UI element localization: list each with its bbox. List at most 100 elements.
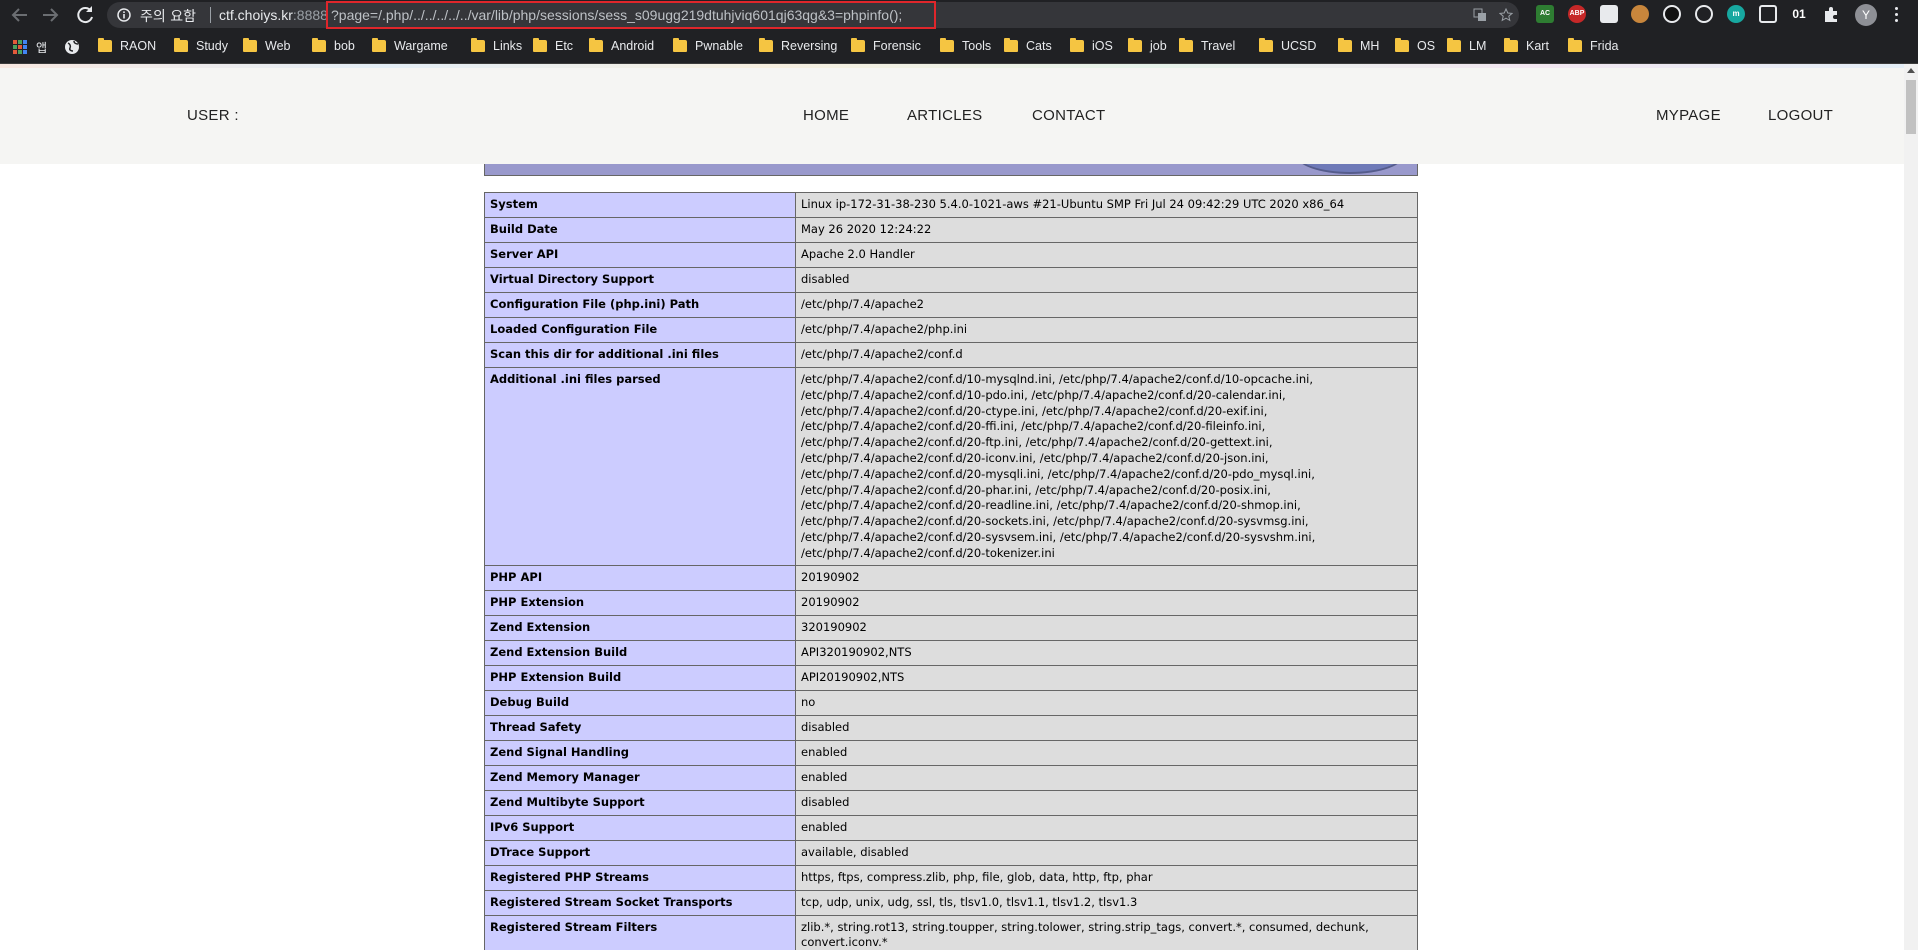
bookmark-label: bob <box>334 39 355 53</box>
table-row: Loaded Configuration File/etc/php/7.4/ap… <box>484 317 1418 343</box>
globe-icon[interactable] <box>64 39 80 55</box>
setting-value: tcp, udp, unix, udg, ssl, tls, tlsv1.0, … <box>795 889 1418 916</box>
table-row: Debug Build no <box>484 689 1418 716</box>
bookmark-label: Frida <box>1590 39 1619 53</box>
puzzle-icon[interactable] <box>1822 5 1840 23</box>
bookmark-label: UCSD <box>1281 39 1317 53</box>
folder-icon <box>1395 38 1409 52</box>
bookmark-star-icon[interactable] <box>1498 7 1514 22</box>
apps-label[interactable]: 앱 <box>36 39 47 56</box>
nav-mypage[interactable]: MYPAGE <box>1656 107 1721 124</box>
php-banner <box>484 164 1418 176</box>
folder-icon <box>1447 38 1461 52</box>
page-content: System Linux ip-172-31-38-230 5.4.0-1021-… <box>0 164 1904 950</box>
ext-ac-icon[interactable]: AC <box>1536 5 1554 23</box>
scroll-up-arrow-icon[interactable] <box>1907 68 1915 73</box>
ini-file-line: /etc/php/7.4/apache2/conf.d/20-sysvsem.i… <box>801 529 1316 544</box>
folder-icon <box>940 38 954 52</box>
table-row: Zend Signal Handling enabled <box>484 739 1418 766</box>
security-warning[interactable]: 주의 요함 <box>140 6 196 26</box>
reader-icon[interactable] <box>1600 5 1618 23</box>
setting-name: Server API <box>484 242 796 268</box>
nav-home[interactable]: HOME <box>803 107 849 124</box>
bookmark-label: Travel <box>1201 39 1236 53</box>
browser-menu-icon[interactable] <box>1895 7 1899 23</box>
table-row: Zend Extension 320190902 <box>484 614 1418 641</box>
setting-name: PHP Extension <box>484 589 796 616</box>
folder-icon <box>174 38 188 52</box>
setting-value-list: /etc/php/7.4/apache2/conf.d/10-mysqlnd.i… <box>795 367 1418 566</box>
folder-icon <box>1179 38 1193 52</box>
setting-value: /etc/php/7.4/apache2 <box>795 292 1418 318</box>
bookmark-label: Cats <box>1026 39 1052 53</box>
setting-name: IPv6 Support <box>484 814 796 841</box>
setting-name: Zend Multibyte Support <box>484 789 796 816</box>
setting-value: enabled <box>795 739 1418 766</box>
setting-value: available, disabled <box>795 839 1418 866</box>
setting-value: disabled <box>795 714 1418 741</box>
setting-value: disabled <box>795 267 1418 293</box>
bookmark-label: RAON <box>120 39 157 53</box>
url-hostname: ctf.choiys.kr <box>219 7 293 23</box>
setting-value: Linux ip-172-31-38-230 5.4.0-1021-aws #2… <box>795 192 1418 218</box>
reload-icon[interactable] <box>73 3 97 27</box>
setting-value: 20190902 <box>795 564 1418 591</box>
table-row: Scan this dir for additional .ini files /… <box>484 342 1418 368</box>
back-arrow-icon[interactable] <box>8 3 32 27</box>
ini-file-line: /etc/php/7.4/apache2/conf.d/20-mysqli.in… <box>801 466 1315 481</box>
setting-name: Debug Build <box>484 689 796 716</box>
folder-icon <box>533 38 547 52</box>
translate-icon[interactable] <box>1473 8 1487 22</box>
nav-articles[interactable]: ARTICLES <box>907 107 982 124</box>
ini-file-line: /etc/php/7.4/apache2/conf.d/20-sockets.i… <box>801 514 1309 529</box>
setting-name: Registered PHP Streams <box>484 864 796 891</box>
table-row: Configuration File (php.ini) Path/etc/ph… <box>484 292 1418 318</box>
table-row: Additional .ini files parsed/etc/php/7.4… <box>484 367 1418 566</box>
ext-01-icon[interactable]: 01 <box>1790 5 1808 23</box>
bookmark-label: LM <box>1469 39 1487 53</box>
info-icon[interactable] <box>117 8 131 22</box>
apps-grid-icon[interactable] <box>13 40 27 54</box>
table-row: Virtual Directory Support disabled <box>484 267 1418 293</box>
nav-contact[interactable]: CONTACT <box>1032 107 1105 124</box>
bookmark-label: Web <box>265 39 291 53</box>
page-scrollbar[interactable] <box>1904 64 1918 950</box>
folder-icon <box>851 38 865 52</box>
setting-name: PHP Extension Build <box>484 664 796 691</box>
table-row: Zend Extension Build API320190902,NTS <box>484 639 1418 666</box>
bookmark-label: Kart <box>1526 39 1549 53</box>
nav-logout[interactable]: LOGOUT <box>1768 107 1833 124</box>
cookie-icon[interactable] <box>1631 5 1649 23</box>
url-path: ?page=/.php/../../../../../var/lib/php/s… <box>331 7 903 23</box>
table-row: Thread Safety disabled <box>484 714 1418 741</box>
ini-file-line: /etc/php/7.4/apache2/conf.d/10-pdo.ini, … <box>801 387 1286 402</box>
bookmark-label: Links <box>493 39 523 53</box>
folder-icon <box>1128 38 1142 52</box>
forward-arrow-icon[interactable] <box>38 3 62 27</box>
scrollbar-thumb[interactable] <box>1906 80 1916 134</box>
dark-circle-icon[interactable] <box>1663 5 1681 23</box>
url-separator <box>210 7 211 23</box>
folder-icon <box>759 38 773 52</box>
adblock-icon[interactable]: ABP <box>1568 5 1586 23</box>
profile-avatar[interactable]: Y <box>1855 4 1877 26</box>
url-host: ctf.choiys.kr:8888 <box>219 7 328 23</box>
bookmark-label: Reversing <box>781 39 838 53</box>
table-row: Registered Stream Socket Transports tcp, … <box>484 889 1418 916</box>
folder-icon <box>1004 38 1018 52</box>
ini-file-line: /etc/php/7.4/apache2/conf.d/20-iconv.ini… <box>801 450 1269 465</box>
bookmark-label: OS <box>1417 39 1436 53</box>
bookmark-label: Android <box>611 39 655 53</box>
ini-file-line: /etc/php/7.4/apache2/conf.d/20-ffi.ini, … <box>801 419 1266 434</box>
bookmark-label: iOS <box>1092 39 1113 53</box>
setting-value: API320190902,NTS <box>795 639 1418 666</box>
folder-icon <box>673 38 687 52</box>
shield-icon[interactable] <box>1759 5 1777 23</box>
ext-m-icon[interactable]: m <box>1727 5 1745 23</box>
address-bar[interactable]: 주의 요함 ctf.choiys.kr:8888 ?page=/.php/../… <box>107 1 1519 29</box>
setting-value: enabled <box>795 764 1418 791</box>
table-row: Registered Stream Filters zlib.*, string.… <box>484 914 1418 950</box>
target-icon[interactable] <box>1695 5 1713 23</box>
setting-value: zlib.*, string.rot13, string.toupper, st… <box>795 914 1418 950</box>
table-row: PHP Extension Build API20190902,NTS <box>484 664 1418 691</box>
